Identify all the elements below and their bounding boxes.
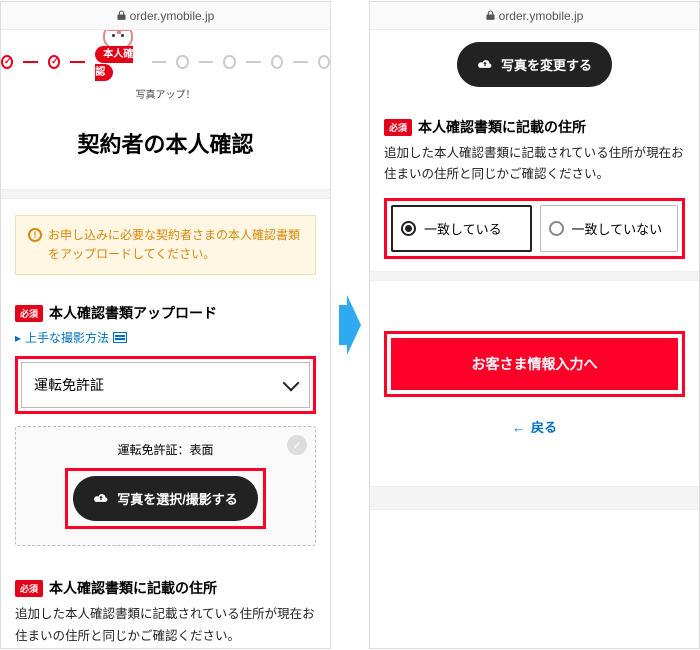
url-bar: order.ymobile.jp <box>1 2 330 30</box>
page-title: 契約者の本人確認 <box>1 101 330 189</box>
address-match-radiogroup: 一致している 一致していない <box>384 198 685 259</box>
step-badge: 本人確認 <box>95 46 133 81</box>
address-desc: 追加した本人確認書類に記載されている住所が現在お住まいの住所と同じかご確認くださ… <box>15 604 316 647</box>
radio-nomatch[interactable]: 一致していない <box>540 205 679 252</box>
url-text: order.ymobile.jp <box>130 9 215 23</box>
arrow-left-icon: ← <box>512 420 525 435</box>
required-badge: 必須 <box>15 305 43 322</box>
notice-banner: ! お申し込みに必要な契約者さまの本人確認書類をアップロードしてください。 <box>15 215 316 275</box>
document-type-select[interactable]: 運転免許証 <box>21 362 310 408</box>
required-badge: 必須 <box>384 119 412 136</box>
radio-icon <box>401 221 416 236</box>
card-title: 運転免許証：表面 <box>32 441 299 458</box>
warning-icon: ! <box>28 228 42 242</box>
lock-icon <box>486 10 495 21</box>
upload-icon <box>477 59 493 70</box>
notice-text: お申し込みに必要な契約者さまの本人確認書類をアップロードしてください。 <box>48 226 303 264</box>
capture-photo-button[interactable]: 写真を選択/撮影する <box>73 476 258 521</box>
check-icon: ✓ <box>287 435 307 455</box>
progress-stepper: 本人確認 <box>1 30 330 84</box>
required-badge: 必須 <box>15 580 43 597</box>
url-bar: order.ymobile.jp <box>370 2 699 30</box>
phone-left: order.ymobile.jp 本人確認 写真アップ！ 契約者の本人確認 ! … <box>0 1 331 649</box>
next-button[interactable]: お客さま情報入力へ <box>391 338 678 390</box>
radio-match[interactable]: 一致している <box>391 205 532 252</box>
address-desc: 追加した本人確認書類に記載されている住所が現在お住まいの住所と同じかご確認くださ… <box>384 143 685 186</box>
radio-icon <box>549 221 564 236</box>
document-icon <box>113 332 127 343</box>
upload-heading: 本人確認書類アップロード <box>49 303 217 323</box>
flow-arrow-icon <box>339 295 361 355</box>
change-photo-button[interactable]: 写真を変更する <box>457 42 612 87</box>
upload-icon <box>93 493 109 504</box>
address-heading: 本人確認書類に記載の住所 <box>418 117 586 137</box>
chevron-right-icon: ▸ <box>15 331 21 345</box>
chevron-down-icon <box>283 375 300 392</box>
upload-card: ✓ 運転免許証：表面 写真を選択/撮影する <box>15 426 316 546</box>
back-link[interactable]: ←戻る <box>370 397 699 456</box>
phone-right: order.ymobile.jp 写真を変更する 必須 本人確認書類に記載の住所… <box>369 1 700 649</box>
address-heading: 本人確認書類に記載の住所 <box>49 578 217 598</box>
url-text: order.ymobile.jp <box>499 9 584 23</box>
lock-icon <box>117 10 126 21</box>
photo-tips-link[interactable]: ▸ 上手な撮影方法 <box>15 329 316 346</box>
stepper-subtitle: 写真アップ！ <box>1 86 330 101</box>
